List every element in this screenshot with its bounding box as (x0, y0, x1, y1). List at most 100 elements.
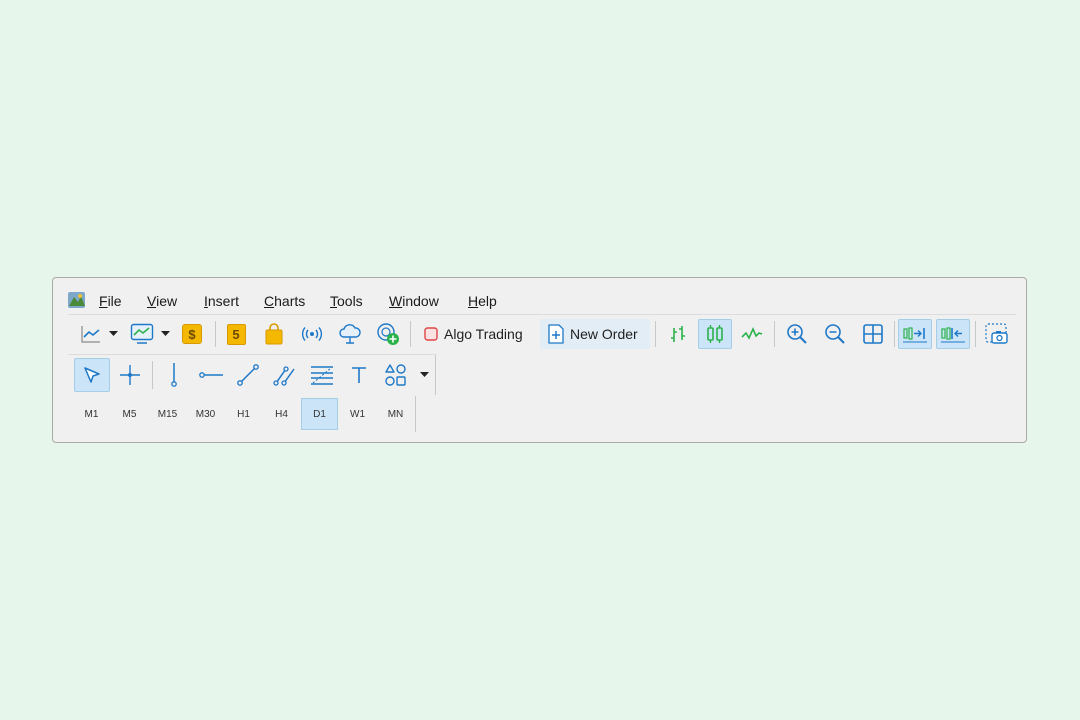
menu-tools[interactable]: Tools (330, 293, 363, 309)
market-button[interactable] (260, 320, 288, 348)
line-chart-button[interactable] (735, 319, 769, 349)
menu-window-accel: W (389, 293, 403, 309)
menu-insert[interactable]: Insert (204, 293, 239, 309)
chevron-down-icon (108, 331, 118, 336)
separator (655, 321, 656, 347)
horizontal-line-icon (199, 372, 223, 378)
app-logo-icon (68, 292, 85, 308)
vertical-line-button[interactable] (156, 358, 192, 392)
shapes-button[interactable] (378, 358, 414, 392)
tile-windows-button[interactable] (856, 319, 890, 349)
menu-insert-label: nsert (207, 293, 240, 309)
zigzag-line-icon (741, 327, 763, 340)
timeframe-h1-label: H1 (237, 408, 250, 420)
menu-tools-accel: T (330, 293, 337, 309)
menu-tools-label: ools (337, 293, 363, 309)
shapes-dropdown[interactable] (416, 358, 432, 392)
candlestick-icon (707, 325, 723, 343)
grid-icon (863, 324, 883, 344)
menu-file-label: ile (107, 293, 122, 309)
zoom-in-button[interactable] (780, 319, 814, 349)
menu-bar: File View Insert Charts Tools Window Hel… (53, 278, 1026, 313)
bar-chart-button[interactable] (661, 319, 695, 349)
menu-window[interactable]: Window (389, 293, 439, 309)
vertical-line-icon (171, 363, 177, 387)
channel-icon (273, 366, 295, 386)
candlestick-chart-button[interactable] (698, 319, 732, 349)
text-tool-button[interactable] (341, 358, 377, 392)
zoom-in-icon (787, 324, 807, 344)
timeframe-mn[interactable]: MN (377, 398, 414, 430)
line-chart-icon (81, 326, 100, 343)
separator (415, 396, 416, 432)
menu-charts[interactable]: Charts (264, 293, 305, 309)
profiles-dropdown[interactable] (158, 320, 172, 348)
menu-file[interactable]: File (99, 293, 122, 309)
shopping-bag-icon (265, 323, 283, 345)
timeframe-m1-label: M1 (84, 408, 99, 420)
book-icon-label: 5 (232, 326, 240, 342)
timeframe-d1-label: D1 (313, 408, 326, 420)
chart-shift-icon (941, 327, 965, 343)
zoom-out-button[interactable] (818, 319, 852, 349)
separator (152, 361, 153, 389)
timeframe-h4-label: H4 (275, 408, 288, 420)
menu-help-label: elp (478, 293, 497, 309)
signal-broadcast-icon (301, 327, 323, 341)
timeframe-m30[interactable]: M30 (187, 398, 224, 430)
crosshair-button[interactable] (112, 358, 148, 392)
main-toolbar: $ 5 Algo Trading New Order (68, 314, 1016, 353)
trendline-icon (237, 364, 259, 386)
signals-button[interactable] (298, 320, 326, 348)
drawing-toolbar (68, 354, 436, 395)
shapes-icon (385, 364, 406, 386)
menu-view-accel: V (147, 293, 157, 309)
separator (774, 321, 775, 347)
equidistant-channel-button[interactable] (267, 358, 303, 392)
globe-add-icon (377, 323, 399, 345)
timeframe-m30-label: M30 (195, 408, 216, 420)
chart-shift-button[interactable] (936, 319, 970, 349)
trendline-button[interactable] (230, 358, 266, 392)
cursor-button[interactable] (74, 358, 110, 392)
dollar-icon: $ (182, 324, 202, 344)
screenshot-button[interactable] (980, 319, 1014, 349)
menu-help[interactable]: Help (468, 293, 497, 309)
community-button[interactable] (374, 320, 402, 348)
terminal-window: File View Insert Charts Tools Window Hel… (52, 277, 1027, 443)
timeframe-w1[interactable]: W1 (339, 398, 376, 430)
fibonacci-lines-icon (311, 366, 333, 385)
timeframe-mn-label: MN (387, 408, 404, 420)
chevron-down-icon (160, 331, 170, 336)
fibonacci-button[interactable] (304, 358, 340, 392)
menu-window-label: indow (402, 293, 439, 309)
new-order-label: New Order (570, 326, 638, 342)
new-chart-button[interactable] (78, 320, 104, 348)
new-order-button[interactable]: New Order (540, 319, 650, 349)
menu-view[interactable]: View (147, 293, 177, 309)
horizontal-line-button[interactable] (193, 358, 229, 392)
market-watch-button[interactable]: $ (178, 320, 206, 348)
autoscroll-button[interactable] (898, 319, 932, 349)
chevron-down-icon (419, 372, 429, 377)
new-chart-dropdown[interactable] (106, 320, 120, 348)
dollar-icon-label: $ (188, 326, 196, 342)
separator (975, 321, 976, 347)
timeframe-m5-label: M5 (122, 408, 137, 420)
separator (215, 321, 216, 347)
timeframe-h4[interactable]: H4 (263, 398, 300, 430)
timeframe-d1[interactable]: D1 (301, 398, 338, 430)
timeframe-m15-label: M15 (157, 408, 178, 420)
menu-charts-label: harts (274, 293, 306, 309)
algo-trading-button[interactable]: Algo Trading (416, 319, 536, 349)
timeframe-h1[interactable]: H1 (225, 398, 262, 430)
book-icon: 5 (226, 323, 246, 345)
text-t-icon (352, 367, 366, 383)
library-button[interactable]: 5 (222, 320, 250, 348)
timeframe-m5[interactable]: M5 (111, 398, 148, 430)
arrow-cursor-icon (84, 367, 100, 383)
timeframe-m1[interactable]: M1 (73, 398, 110, 430)
vps-button[interactable] (336, 320, 364, 348)
timeframe-m15[interactable]: M15 (149, 398, 186, 430)
profiles-button[interactable] (128, 320, 156, 348)
